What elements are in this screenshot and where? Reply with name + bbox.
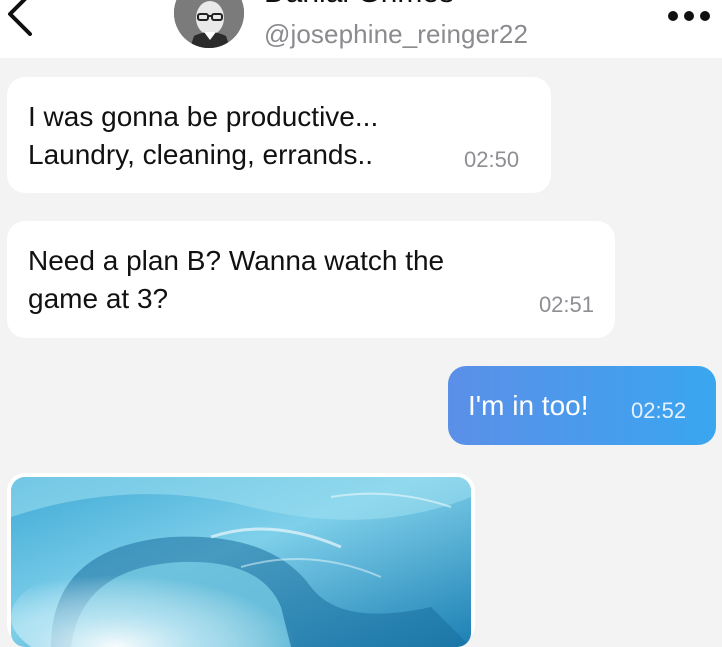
message-text: Need a plan B? Wanna watch the	[28, 245, 445, 276]
image-message[interactable]	[7, 473, 475, 647]
contact-name: Danial Grimes	[264, 0, 454, 8]
chat-header: Danial Grimes @josephine_reinger22	[0, 0, 722, 58]
message-timestamp: 02:50	[464, 147, 520, 172]
message-text: I'm in too!	[468, 390, 589, 421]
message-timestamp: 02:52	[631, 398, 687, 423]
message-bubble-outgoing[interactable]: I'm in too! 02:52	[448, 366, 716, 445]
message-bubble-incoming[interactable]: Need a plan B? Wanna watch the game at 3…	[7, 221, 615, 338]
avatar-image	[174, 0, 244, 48]
message-text: Laundry, cleaning, errands..	[28, 139, 374, 170]
back-button[interactable]	[4, 0, 40, 36]
avatar[interactable]	[174, 0, 244, 48]
message-text: game at 3?	[28, 283, 169, 314]
chevron-left-icon	[8, 0, 32, 36]
message-timestamp: 02:51	[538, 292, 594, 317]
ocean-wave-image	[11, 477, 471, 647]
contact-handle: @josephine_reinger22	[264, 19, 529, 49]
more-dots-icon	[668, 11, 710, 21]
message-text: I was gonna be productive...	[28, 101, 379, 132]
message-bubble-incoming[interactable]: I was gonna be productive... Laundry, cl…	[7, 77, 551, 193]
more-options-button[interactable]	[664, 8, 714, 24]
